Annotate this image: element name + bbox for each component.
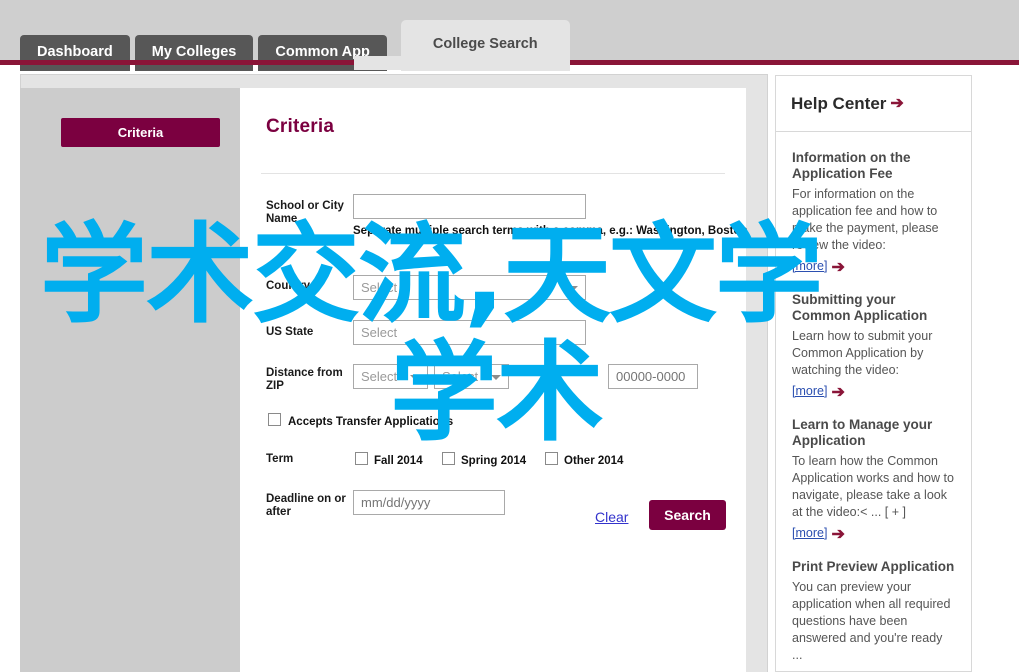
help-item-body: To learn how the Common Application work… — [792, 454, 954, 519]
help-item-more-link[interactable]: [more] — [792, 526, 827, 540]
active-tab-underlay — [354, 56, 514, 70]
tab-my-colleges[interactable]: My Colleges — [134, 35, 254, 71]
deadline-label: Deadline on or after — [266, 493, 346, 518]
chevron-down-icon — [491, 375, 501, 380]
page-title: Criteria — [266, 116, 335, 137]
term-spring-checkbox[interactable] — [442, 452, 455, 465]
us-state-label: US State — [266, 326, 314, 338]
term-fall-checkbox[interactable] — [355, 452, 368, 465]
help-item: Information on the Application Fee For i… — [792, 150, 956, 276]
help-item-body: For information on the application fee a… — [792, 187, 939, 252]
help-center-list: Information on the Application Fee For i… — [775, 132, 972, 672]
accepts-transfer-label[interactable]: Accepts Transfer Applications — [288, 416, 453, 429]
us-state-select-value[interactable]: Select — [353, 320, 586, 345]
help-center-title: Help Center — [791, 93, 887, 113]
help-item: Submitting your Common Application Learn… — [792, 292, 956, 401]
college-search-page: Dashboard My Colleges Common App College… — [0, 0, 1019, 672]
school-name-input[interactable] — [353, 194, 586, 219]
country-label: Country — [266, 280, 311, 292]
school-name-label: School or City Name — [266, 200, 344, 225]
arrow-right-icon: ➔ — [831, 526, 845, 543]
zip-code-input[interactable] — [608, 364, 698, 389]
help-item-heading: Learn to Manage your Application — [792, 417, 933, 448]
criteria-content-panel: Criteria School or City Name Separate mu… — [240, 88, 748, 672]
chevron-down-icon — [568, 286, 578, 291]
term-other-checkbox[interactable] — [545, 452, 558, 465]
term-spring-label[interactable]: Spring 2014 — [461, 455, 526, 468]
criteria-sidebar: Criteria — [20, 88, 240, 672]
school-name-hint: Separate multiple search terms with a co… — [353, 225, 748, 237]
chevron-down-icon — [410, 375, 420, 380]
tab-dashboard[interactable]: Dashboard — [20, 35, 130, 71]
sidebar-item-criteria[interactable]: Criteria — [61, 118, 220, 147]
help-item: Learn to Manage your Application To lear… — [792, 417, 956, 543]
help-item: Print Preview Application You can previe… — [792, 559, 956, 664]
distance-from-zip-label: Distance from ZIP — [266, 367, 343, 392]
help-center-header[interactable]: Help Center ➔ — [775, 75, 972, 132]
help-item-heading: Submitting your Common Application — [792, 292, 928, 323]
help-item-body: You can preview your application when al… — [792, 580, 951, 662]
term-fall-label[interactable]: Fall 2014 — [374, 455, 423, 468]
deadline-input[interactable] — [353, 490, 505, 515]
arrow-right-icon: ➔ — [831, 384, 845, 401]
clear-button[interactable]: Clear — [595, 509, 628, 525]
arrow-right-icon: ➔ — [831, 259, 845, 276]
help-item-heading: Print Preview Application — [792, 559, 955, 574]
help-item-heading: Information on the Application Fee — [792, 150, 911, 181]
help-item-more-link[interactable]: [more] — [792, 259, 827, 273]
accepts-transfer-checkbox[interactable] — [268, 413, 281, 426]
top-tab-bar: Dashboard My Colleges Common App College… — [0, 0, 1019, 71]
title-divider — [261, 173, 725, 174]
term-label: Term — [266, 453, 294, 465]
term-other-label[interactable]: Other 2014 — [564, 455, 623, 468]
help-item-more-link[interactable]: [more] — [792, 384, 827, 398]
search-button[interactable]: Search — [649, 500, 726, 530]
country-select-value[interactable]: Select — [353, 275, 586, 300]
arrow-right-icon: ➔ — [890, 94, 904, 112]
help-item-body: Learn how to submit your Common Applicat… — [792, 329, 933, 377]
